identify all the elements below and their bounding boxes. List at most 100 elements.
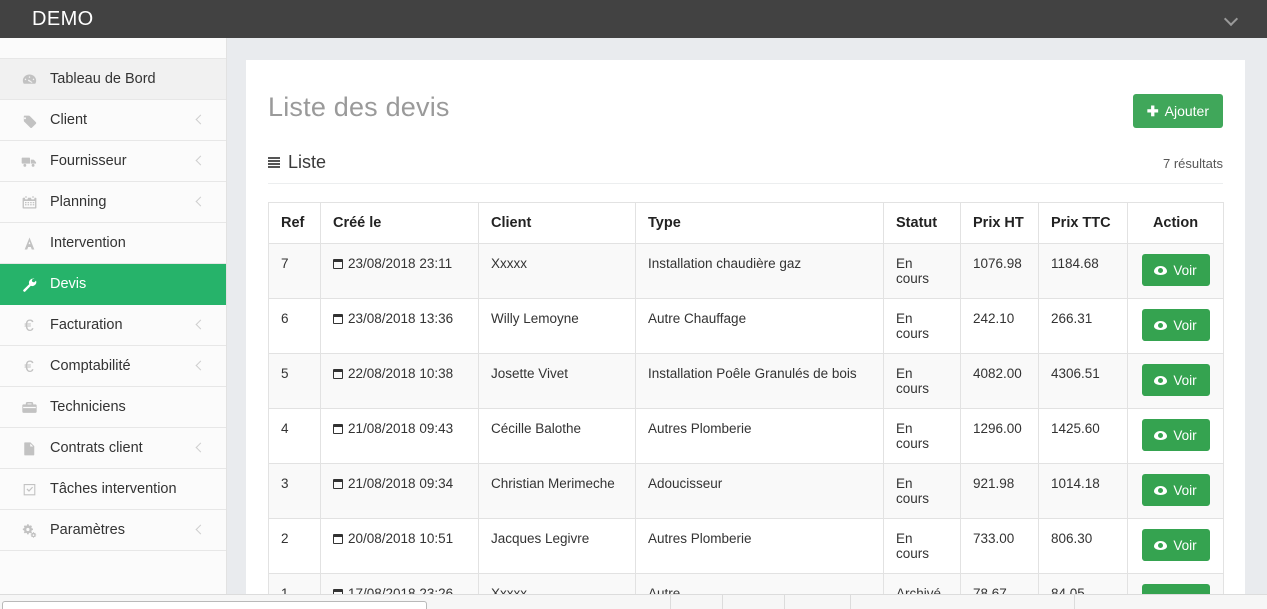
cell-price-ht: 1076.98 [961,244,1039,299]
col-header-ref[interactable]: Ref [269,203,321,244]
euro-icon: € [18,317,40,334]
sidebar-item-planning[interactable]: Planning [0,182,226,223]
sidebar-item-client[interactable]: Client [0,100,226,141]
sidebar-item-devis[interactable]: Devis [0,264,226,305]
sidebar-item-label: Fournisseur [50,153,127,169]
cell-ref: 2 [269,519,321,574]
cell-price-ht: 4082.00 [961,354,1039,409]
table-head: Ref Créé le Client Type Statut Prix HT P… [269,203,1224,244]
chevron-left-icon [195,321,204,330]
cell-price-ttc: 1014.18 [1039,464,1128,519]
cell-action: Voir [1128,299,1224,354]
cell-created-text: 23/08/2018 13:36 [348,311,453,326]
section-title: Liste [268,152,326,173]
sidebar-item-intervention[interactable]: Intervention [0,223,226,264]
table-wrapper: Ref Créé le Client Type Statut Prix HT P… [246,184,1245,609]
view-button[interactable]: Voir [1142,254,1210,286]
chevron-left-icon [195,444,204,453]
euro-icon: € [18,358,40,375]
sidebar-item-comptabilit[interactable]: €Comptabilité [0,346,226,387]
view-button-label: Voir [1173,483,1196,498]
sidebar-item-fournisseur[interactable]: Fournisseur [0,141,226,182]
col-header-status[interactable]: Statut [884,203,961,244]
view-button-label: Voir [1173,538,1196,553]
cell-status: En cours [884,244,961,299]
cell-created-text: 22/08/2018 10:38 [348,366,453,381]
col-header-price-ht[interactable]: Prix HT [961,203,1039,244]
table-row: 321/08/2018 09:34Christian MerimecheAdou… [269,464,1224,519]
eye-icon [1154,321,1167,330]
wrench-alt-icon [18,236,40,251]
cell-price-ht: 242.10 [961,299,1039,354]
col-header-price-ttc[interactable]: Prix TTC [1039,203,1128,244]
view-button[interactable]: Voir [1142,474,1210,506]
view-button[interactable]: Voir [1142,419,1210,451]
view-button-label: Voir [1173,428,1196,443]
chevron-left-icon [195,526,204,535]
cell-price-ttc: 4306.51 [1039,354,1128,409]
sidebar-item-label: Paramètres [50,522,125,538]
cell-type: Autres Plomberie [636,409,884,464]
add-button[interactable]: ✚ Ajouter [1133,94,1223,128]
cell-created: 20/08/2018 10:51 [321,519,479,574]
devis-table: Ref Créé le Client Type Statut Prix HT P… [268,202,1224,609]
list-icon [268,157,280,168]
calendar-icon [18,195,40,210]
dashboard-icon [18,72,40,87]
sidebar-item-param-tres[interactable]: Paramètres [0,510,226,551]
sidebar-item-label: Tableau de Bord [50,71,156,87]
cell-created-text: 21/08/2018 09:34 [348,476,453,491]
view-button[interactable]: Voir [1142,309,1210,341]
view-button-label: Voir [1173,373,1196,388]
add-button-label: Ajouter [1165,103,1209,119]
calendar-icon [333,424,343,434]
cell-ref: 4 [269,409,321,464]
cell-status: En cours [884,409,961,464]
sidebar-item-tableau-de-bord[interactable]: Tableau de Bord [0,59,226,100]
col-header-created[interactable]: Créé le [321,203,479,244]
cell-price-ttc: 266.31 [1039,299,1128,354]
col-header-client[interactable]: Client [479,203,636,244]
cell-created: 22/08/2018 10:38 [321,354,479,409]
view-button[interactable]: Voir [1142,364,1210,396]
cell-action: Voir [1128,519,1224,574]
sidebar-item-techniciens[interactable]: Techniciens [0,387,226,428]
cell-ref: 3 [269,464,321,519]
content-card: Liste des devis ✚ Ajouter Liste 7 résult… [246,60,1245,609]
cell-type: Installation chaudière gaz [636,244,884,299]
eye-icon [1154,486,1167,495]
file-icon [18,441,40,456]
sidebar-item-label: Facturation [50,317,123,333]
view-button-label: Voir [1173,263,1196,278]
sidebar-item-label: Client [50,112,87,128]
cell-price-ht: 1296.00 [961,409,1039,464]
sidebar-item-label: Techniciens [50,399,126,415]
chevron-down-icon[interactable] [1225,12,1239,26]
chevron-left-icon [195,157,204,166]
calendar-icon [333,479,343,489]
top-navbar: DEMO [0,0,1267,38]
sidebar-item-contrats-client[interactable]: Contrats client [0,428,226,469]
table-row: 623/08/2018 13:36Willy LemoyneAutre Chau… [269,299,1224,354]
sidebar-item-t-ches-intervention[interactable]: Tâches intervention [0,469,226,510]
sidebar: Tableau de Bord Client Fournisseur Planning… [0,38,227,609]
navbar-right-group [1225,12,1239,26]
cell-type: Adoucisseur [636,464,884,519]
chevron-left-icon [195,198,204,207]
cell-status: En cours [884,354,961,409]
view-button[interactable]: Voir [1142,529,1210,561]
eye-icon [1154,376,1167,385]
chevron-left-icon [195,362,204,371]
col-header-type[interactable]: Type [636,203,884,244]
cell-client: Xxxxx [479,244,636,299]
table-row: 723/08/2018 23:11XxxxxInstallation chaud… [269,244,1224,299]
browser-status-bar [0,594,1267,609]
cell-type: Installation Poêle Granulés de bois [636,354,884,409]
cell-action: Voir [1128,464,1224,519]
truck-icon [18,154,40,169]
check-square-icon [18,482,40,497]
cell-type: Autre Chauffage [636,299,884,354]
sidebar-item-label: Intervention [50,235,126,251]
cell-ref: 6 [269,299,321,354]
sidebar-item-facturation[interactable]: € Facturation [0,305,226,346]
